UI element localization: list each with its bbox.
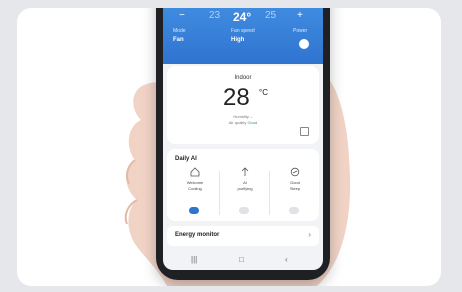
minus-icon[interactable]: − <box>179 10 185 21</box>
daily-ai-title: Daily AI <box>175 156 197 162</box>
indoor-temperature: 28 <box>223 84 250 111</box>
app-screen: − 23 24° 25 + Mode Fan Fan speed High Po… <box>163 8 323 270</box>
chip-value: Fan <box>173 37 184 43</box>
power-toggle[interactable] <box>299 39 309 49</box>
temp-current: 24° <box>233 10 252 24</box>
ai-toggle[interactable] <box>189 207 199 214</box>
ai-toggle[interactable] <box>239 207 249 214</box>
home-icon <box>190 167 200 177</box>
temperature-selector[interactable]: − 23 24° 25 + <box>163 10 323 24</box>
temperature-header: − 23 24° 25 + Mode Fan Fan speed High Po… <box>163 8 323 64</box>
home-button-icon[interactable]: □ <box>239 255 244 264</box>
expand-icon[interactable] <box>300 127 309 136</box>
indoor-label: Indoor <box>234 75 252 81</box>
ai-item-good-sleep[interactable]: Good Sleep <box>271 167 319 219</box>
daily-ai-card: Daily AI Welcome Cooling AI purifying Good… <box>167 149 319 221</box>
ai-item-welcome-cooling[interactable]: Welcome Cooling <box>171 167 219 219</box>
chip-label: Mode <box>173 28 186 34</box>
plus-icon[interactable]: + <box>297 10 303 21</box>
sleep-icon <box>290 167 300 177</box>
chip-value: High <box>231 37 245 43</box>
temperature-unit: °C <box>259 88 268 97</box>
ai-item-ai-purifying[interactable]: AI purifying <box>221 167 269 219</box>
screenshot-card: − 23 24° 25 + Mode Fan Fan speed High Po… <box>17 8 441 286</box>
energy-monitor-label: Energy monitor <box>175 232 220 238</box>
temp-lower[interactable]: 23 <box>209 10 220 21</box>
chip-label: Power <box>293 28 308 34</box>
ai-item-label: AI purifying <box>237 180 253 191</box>
indoor-status: Humidity -- Air quality Good <box>167 114 319 126</box>
purify-icon <box>241 167 249 176</box>
divider <box>219 171 220 215</box>
chip-label: Fan speed <box>231 28 255 34</box>
recent-apps-icon[interactable]: ||| <box>191 255 197 264</box>
power-chip: Power <box>293 28 307 34</box>
ai-item-label: Good Sleep <box>289 180 301 191</box>
divider <box>269 171 270 215</box>
ai-toggle[interactable] <box>289 207 299 214</box>
fan-speed-chip[interactable]: Fan speed High <box>231 28 255 43</box>
indoor-card[interactable]: Indoor 28 °C Humidity -- Air quality Goo… <box>167 66 319 144</box>
temp-higher[interactable]: 25 <box>265 10 276 21</box>
energy-monitor-row[interactable]: Energy monitor › <box>167 226 319 246</box>
air-quality-label: Air quality <box>228 120 247 125</box>
system-nav-bar: ||| □ ‹ <box>163 252 323 270</box>
back-icon[interactable]: ‹ <box>285 255 288 264</box>
chevron-right-icon: › <box>308 230 311 239</box>
ai-item-label: Welcome Cooling <box>186 180 204 191</box>
mode-chip[interactable]: Mode Fan <box>173 28 186 43</box>
air-quality-text: Air quality Good <box>167 120 319 126</box>
air-quality-value: Good <box>247 120 258 125</box>
